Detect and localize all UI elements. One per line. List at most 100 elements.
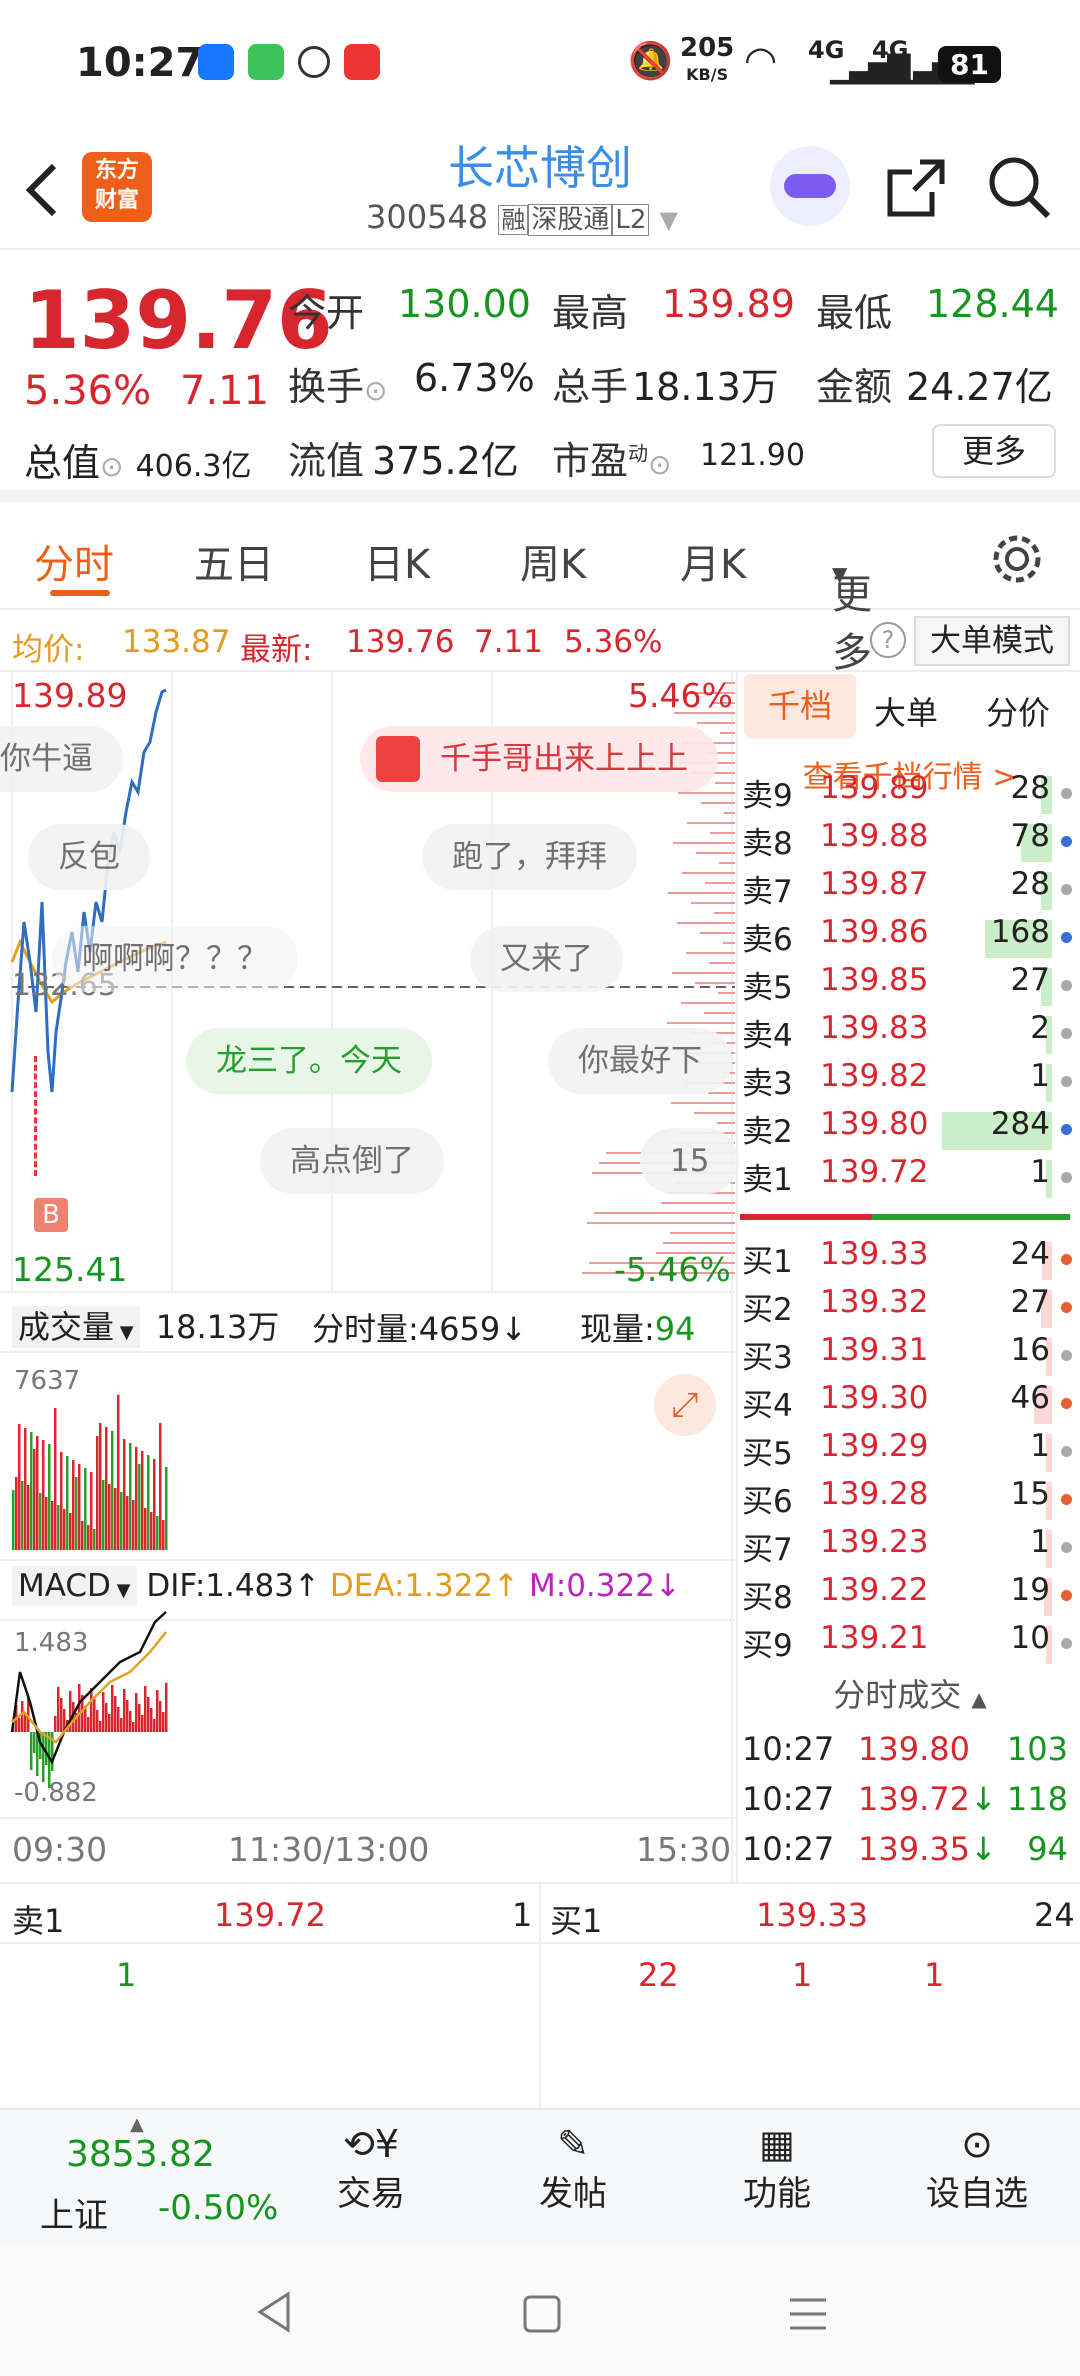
nav-back-icon[interactable]: [254, 2290, 294, 2334]
book-divider: [740, 1214, 1070, 1220]
buy-level-row[interactable]: 买1 139.33 24: [740, 1236, 1080, 1284]
tab-price-split[interactable]: 分价: [986, 688, 1050, 734]
sell-level-row[interactable]: 卖9 139.89 28: [740, 770, 1080, 818]
time-end: 15:30: [636, 1830, 732, 1869]
volume-header: 成交量 ▼ 18.13万: [12, 1302, 279, 1348]
search-icon[interactable]: [986, 154, 1052, 220]
level-dot: [1061, 1254, 1072, 1265]
buy-level-row[interactable]: 买4 139.30 46: [740, 1380, 1080, 1428]
tab-weekly-k[interactable]: 周K: [520, 532, 586, 590]
sell-level-row[interactable]: 卖1 139.72 1: [740, 1154, 1080, 1202]
post-button[interactable]: ✎ 发帖: [508, 2122, 638, 2215]
queue-qty: 1: [116, 1956, 137, 1994]
comment-bubble[interactable]: 你牛逼: [0, 726, 123, 792]
ticks-title[interactable]: 分时成交 ▲: [740, 1670, 1080, 1716]
queue-qty: 1: [792, 1956, 813, 1994]
buy-marker[interactable]: B: [34, 1198, 68, 1232]
buy-marker-line: [34, 1056, 38, 1176]
tab-big-order[interactable]: 大单: [874, 688, 938, 734]
tick-time: 10:27: [742, 1780, 835, 1818]
tab-monthly-k[interactable]: 月K: [680, 532, 746, 590]
sell-level-label: 卖4: [742, 1018, 793, 1054]
robot-avatar[interactable]: [770, 146, 850, 226]
sell-level-row[interactable]: 卖7 139.87 28: [740, 866, 1080, 914]
sell-level-label: 卖8: [742, 826, 793, 862]
buy-level-row[interactable]: 买2 139.32 27: [740, 1284, 1080, 1332]
sell-level-price: 139.83: [820, 1010, 929, 1046]
buy-level-label: 买4: [742, 1388, 793, 1424]
sf-icon: [298, 46, 330, 78]
function-button[interactable]: ▦ 功能: [712, 2122, 842, 2215]
help-icon[interactable]: ?: [870, 622, 906, 658]
macd-selector[interactable]: MACD ▼: [12, 1566, 137, 1606]
chart-pct-bot: -5.46%: [614, 1250, 731, 1289]
buy-level-row[interactable]: 买7 139.23 1: [740, 1524, 1080, 1572]
buy1-label: 买1: [550, 1902, 603, 1940]
comment-bubble[interactable]: 15: [640, 1128, 740, 1194]
volume-selector[interactable]: 成交量 ▼: [12, 1306, 140, 1348]
sell-level-row[interactable]: 卖2 139.80 284: [740, 1106, 1080, 1154]
buy-level-row[interactable]: 买9 139.21 10: [740, 1620, 1080, 1668]
big-order-mode-button[interactable]: 大单模式: [914, 616, 1070, 666]
sell-level-row[interactable]: 卖3 139.82 1: [740, 1058, 1080, 1106]
add-watchlist-button[interactable]: ⊙ 设自选: [912, 2122, 1042, 2215]
buy-level-price: 139.28: [820, 1476, 929, 1512]
sell-level-row[interactable]: 卖8 139.88 78: [740, 818, 1080, 866]
dea-value: DEA:1.322↑: [329, 1568, 520, 1604]
queue-qty: 1: [924, 1956, 945, 1994]
sell-level-price: 139.87: [820, 866, 929, 902]
buy-level-row[interactable]: 买5 139.29 1: [740, 1428, 1080, 1476]
tick-time: 10:27: [742, 1730, 835, 1768]
amount-label: 金额: [816, 365, 893, 409]
nav-menu-icon[interactable]: [788, 2294, 828, 2334]
tab-five-day[interactable]: 五日: [194, 532, 274, 590]
sell-level-label: 卖6: [742, 922, 793, 958]
chart-tabs: 分时 五日 日K 周K 月K 更多 ▼: [0, 502, 1080, 676]
sell-level-row[interactable]: 卖6 139.86 168: [740, 914, 1080, 962]
buy-level-row[interactable]: 买8 139.22 19: [740, 1572, 1080, 1620]
pe-value: 121.90: [700, 438, 805, 473]
edit-icon: ✎: [557, 2122, 589, 2166]
nav-home-icon[interactable]: [522, 2294, 562, 2334]
more-button[interactable]: 更多: [932, 424, 1056, 478]
float-label: 流值: [288, 439, 365, 483]
current-volume: 现量:94: [580, 1310, 696, 1348]
comment-bubble[interactable]: 反包: [28, 824, 150, 890]
tick-price: 139.80: [858, 1730, 970, 1768]
intraday-chart[interactable]: B 139.89 5.46% 125.41 -5.46% 132.65 你牛逼 …: [0, 672, 740, 1882]
tab-thousand-level[interactable]: 千档: [744, 674, 856, 738]
comment-bubble-highlight[interactable]: 龙三了。今天: [186, 1028, 432, 1094]
sell-level-price: 139.80: [820, 1106, 929, 1142]
sell-level-row[interactable]: 卖5 139.85 27: [740, 962, 1080, 1010]
comment-bubble[interactable]: 你最好下: [548, 1028, 732, 1094]
comment-bubble[interactable]: 又来了: [470, 926, 623, 992]
sell-level-qty: 284: [990, 1106, 1050, 1142]
level-dot: [1061, 788, 1072, 799]
index-value[interactable]: 3853.82: [66, 2134, 215, 2175]
buy-level-qty: 10: [1010, 1620, 1050, 1656]
buy-level-qty: 19: [1010, 1572, 1050, 1608]
comment-bubble[interactable]: 跑了，拜拜: [422, 824, 637, 890]
expand-icon[interactable]: ⤢: [654, 1374, 716, 1436]
system-nav-bar: [0, 2246, 1080, 2376]
sell-level-qty: 27: [1010, 962, 1050, 998]
tab-daily-k[interactable]: 日K: [364, 532, 430, 590]
buy-level-qty: 16: [1010, 1332, 1050, 1368]
tab-intraday[interactable]: 分时: [34, 532, 114, 590]
comment-bubble[interactable]: 高点倒了: [260, 1128, 444, 1194]
share-icon[interactable]: [884, 156, 948, 220]
settings-icon[interactable]: [990, 532, 1044, 586]
avg-price-bar: 均价: 133.87 最新: 139.76 7.11 5.36% ? 大单模式: [0, 612, 1080, 672]
buy-level-row[interactable]: 买3 139.31 16: [740, 1332, 1080, 1380]
sell-level-qty: 1: [1030, 1154, 1050, 1190]
tick-row: 10:27 139.35↓ 94: [740, 1830, 1080, 1878]
comment-bubble[interactable]: 啊啊啊？？？: [52, 926, 298, 992]
trade-button[interactable]: ⟲¥ 交易: [306, 2122, 436, 2215]
level-dot: [1061, 1124, 1072, 1135]
sell-level-label: 卖3: [742, 1066, 793, 1102]
sell-level-row[interactable]: 卖4 139.83 2: [740, 1010, 1080, 1058]
stock-code-row[interactable]: 300548 融深股通 L2 ▼: [366, 198, 678, 236]
comment-bubble-highlight[interactable]: 千手哥出来上上上: [360, 726, 718, 792]
volume-label: 总手: [552, 365, 629, 409]
buy-level-row[interactable]: 买6 139.28 15: [740, 1476, 1080, 1524]
